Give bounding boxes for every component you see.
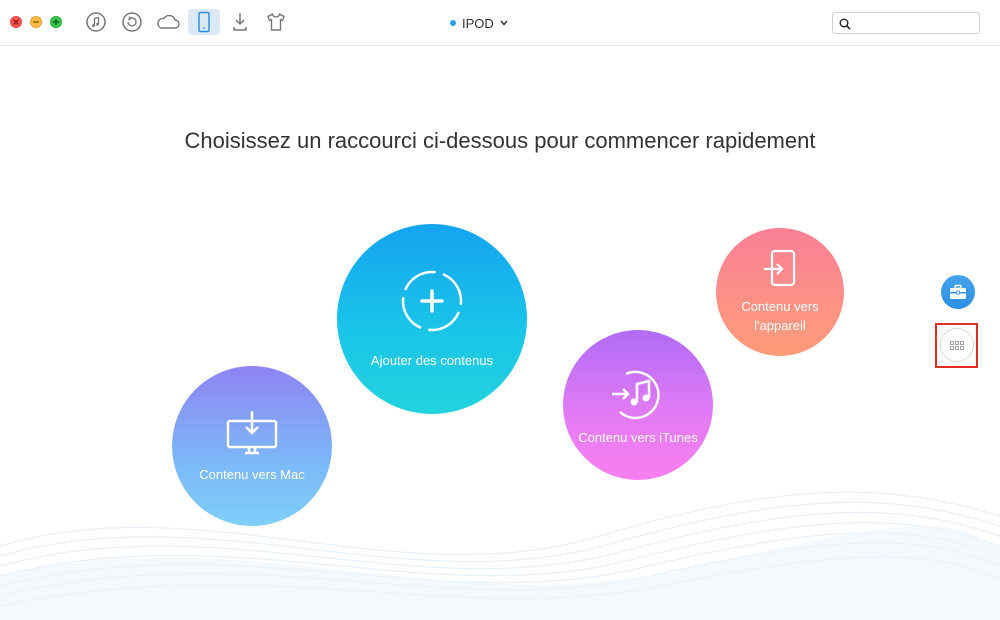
toolbox-button[interactable]: [941, 275, 975, 309]
toolbar: IPOD: [0, 0, 1000, 46]
restore-button[interactable]: [116, 9, 148, 35]
phone-icon: [198, 11, 210, 33]
add-content-label: Ajouter des contenus: [370, 352, 494, 368]
content-to-itunes-shortcut[interactable]: Contenu vers iTunes: [563, 330, 713, 480]
music-button[interactable]: [80, 9, 112, 35]
maximize-icon: [53, 19, 59, 25]
content-to-itunes-label: Contenu vers iTunes: [578, 429, 698, 445]
maximize-window-button[interactable]: [50, 16, 62, 28]
device-status-dot: [450, 20, 456, 26]
main-content: Choisissez un raccourci ci-dessous pour …: [0, 46, 1000, 620]
content-to-mac-label: Contenu vers Mac: [199, 466, 305, 482]
add-content-shortcut[interactable]: Ajouter des contenus: [337, 224, 527, 414]
close-icon: [13, 19, 19, 25]
minimize-icon: [33, 21, 39, 23]
grid-button[interactable]: [940, 328, 974, 362]
monitor-download-icon: [226, 410, 278, 454]
grid-icon: [950, 340, 964, 350]
device-selector[interactable]: IPOD: [450, 13, 508, 33]
background-waves-decoration: [0, 491, 1000, 620]
toolbox-icon: [950, 284, 966, 299]
tshirt-button[interactable]: [260, 9, 292, 35]
plus-icon: [401, 270, 463, 331]
close-window-button[interactable]: [10, 16, 22, 28]
content-to-mac-shortcut[interactable]: Contenu vers Mac: [172, 366, 332, 526]
content-to-device-shortcut[interactable]: Contenu vers l'appareil: [716, 228, 844, 356]
cloud-button[interactable]: [152, 9, 184, 35]
cloud-icon: [157, 14, 180, 29]
device-button[interactable]: [188, 9, 220, 35]
download-icon: [233, 13, 247, 31]
page-headline: Choisissez un raccourci ci-dessous pour …: [184, 128, 816, 153]
chevron-down-icon: [500, 20, 508, 26]
music-note-icon: [86, 12, 106, 32]
minimize-window-button[interactable]: [30, 16, 42, 28]
content-to-device-label: Contenu vers l'appareil: [741, 299, 819, 333]
search-input[interactable]: [855, 14, 979, 34]
tshirt-icon: [267, 13, 285, 31]
search-box[interactable]: [832, 12, 980, 34]
itunes-icon: [612, 370, 660, 419]
device-import-icon: [764, 249, 796, 287]
device-name: IPOD: [462, 15, 494, 31]
restore-icon: [122, 12, 142, 32]
download-button[interactable]: [224, 9, 256, 35]
search-icon: [839, 18, 851, 30]
